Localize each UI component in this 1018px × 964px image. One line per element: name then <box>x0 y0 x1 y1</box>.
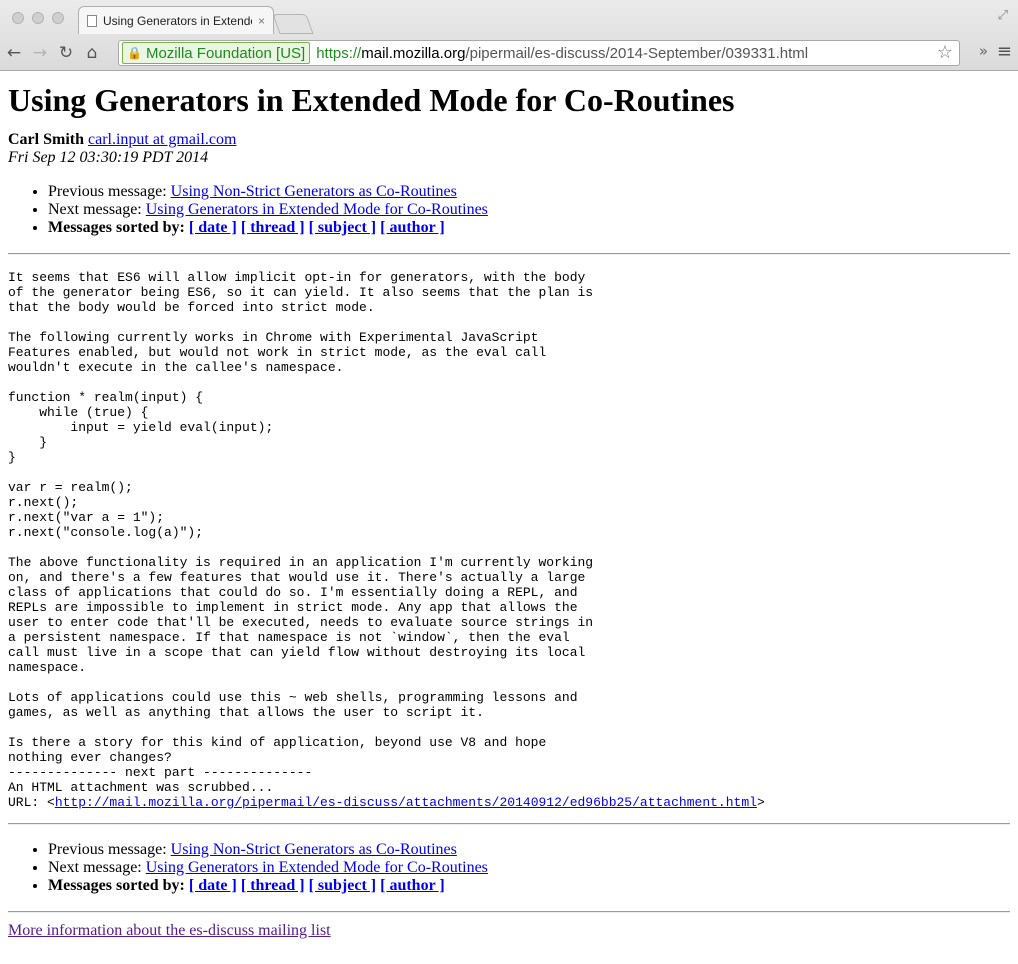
sort-links-item: Messages sorted by: [ date ] [ thread ] … <box>48 219 1010 237</box>
sort-thread-link[interactable]: [ thread ] <box>241 877 305 894</box>
sort-thread-link[interactable]: [ thread ] <box>241 219 305 236</box>
home-icon[interactable]: ⌂ <box>80 43 104 63</box>
ev-label: Mozilla Foundation [US] <box>145 44 306 62</box>
message-date: Fri Sep 12 03:30:19 PDT 2014 <box>8 149 209 166</box>
minimize-window-button[interactable] <box>32 12 44 24</box>
sort-subject-link[interactable]: [ subject ] <box>309 877 377 894</box>
close-window-button[interactable] <box>12 12 24 24</box>
url-text[interactable]: https://mail.mozilla.org/pipermail/es-di… <box>316 45 808 62</box>
divider <box>8 823 1010 825</box>
next-label: Next message: <box>48 201 146 218</box>
author-email-link[interactable]: carl.input at gmail.com <box>88 131 236 148</box>
prev-label: Previous message: <box>48 841 171 858</box>
next-message-item: Next message: Using Generators in Extend… <box>48 859 1010 877</box>
fullscreen-icon[interactable]: ⤢ <box>998 8 1008 23</box>
prev-label: Previous message: <box>48 183 171 200</box>
message-nav-bottom: Previous message: Using Non-Strict Gener… <box>8 841 1010 895</box>
next-message-link[interactable]: Using Generators in Extended Mode for Co… <box>146 859 488 876</box>
message-nav-top: Previous message: Using Non-Strict Gener… <box>8 183 1010 237</box>
author-name: Carl Smith <box>8 131 84 148</box>
sort-date-link[interactable]: [ date ] <box>189 219 237 236</box>
close-tab-icon[interactable]: × <box>258 14 265 28</box>
prev-message-link[interactable]: Using Non-Strict Generators as Co-Routin… <box>171 183 457 200</box>
next-message-link[interactable]: Using Generators in Extended Mode for Co… <box>146 201 488 218</box>
reload-icon[interactable]: ↻ <box>54 43 78 63</box>
message-body-text: It seems that ES6 will allow implicit op… <box>8 270 594 795</box>
bookmark-star-icon[interactable]: ☆ <box>937 42 953 63</box>
url-scheme: https:// <box>316 44 362 62</box>
extensions-overflow-icon[interactable]: » <box>979 42 988 60</box>
address-bar[interactable]: 🔒 Mozilla Foundation [US] https://mail.m… <box>118 40 960 66</box>
menu-icon[interactable]: ≡ <box>997 41 1012 62</box>
ev-certificate-badge[interactable]: 🔒 Mozilla Foundation [US] <box>122 42 311 64</box>
sorted-label: Messages sorted by: <box>48 219 189 236</box>
attachment-suffix: > <box>756 795 765 810</box>
divider <box>8 253 1010 255</box>
sorted-label: Messages sorted by: <box>48 877 189 894</box>
new-tab-button[interactable] <box>272 14 314 34</box>
url-host: mail.mozilla.org <box>361 44 466 62</box>
browser-chrome: Using Generators in Extende × ⤢ ← → ↻ ⌂ … <box>0 0 1018 71</box>
sort-author-link[interactable]: [ author ] <box>380 877 445 894</box>
page-icon <box>87 14 97 27</box>
mailing-list-info-link[interactable]: More information about the es-discuss ma… <box>8 922 331 940</box>
sort-date-link[interactable]: [ date ] <box>189 877 237 894</box>
next-message-item: Next message: Using Generators in Extend… <box>48 201 1010 219</box>
sort-subject-link[interactable]: [ subject ] <box>309 219 377 236</box>
divider <box>8 911 1010 913</box>
back-icon[interactable]: ← <box>2 43 26 63</box>
window-controls <box>12 12 64 24</box>
forward-icon[interactable]: → <box>28 43 52 63</box>
toolbar: ← → ↻ ⌂ 🔒 Mozilla Foundation [US] https:… <box>0 37 1018 69</box>
prev-message-item: Previous message: Using Non-Strict Gener… <box>48 841 1010 859</box>
page-content: Using Generators in Extended Mode for Co… <box>0 82 1018 940</box>
browser-tab[interactable]: Using Generators in Extende × <box>78 6 274 34</box>
message-body: It seems that ES6 will allow implicit op… <box>8 270 1010 810</box>
maximize-window-button[interactable] <box>52 12 64 24</box>
prev-message-link[interactable]: Using Non-Strict Generators as Co-Routin… <box>171 841 457 858</box>
url-path: /pipermail/es-discuss/2014-September/039… <box>465 44 809 62</box>
prev-message-item: Previous message: Using Non-Strict Gener… <box>48 183 1010 201</box>
sort-author-link[interactable]: [ author ] <box>380 219 445 236</box>
message-header: Carl Smith carl.input at gmail.com Fri S… <box>8 131 1010 167</box>
attachment-prefix: URL: < <box>8 795 55 810</box>
page-title: Using Generators in Extended Mode for Co… <box>8 82 735 118</box>
attachment-link[interactable]: http://mail.mozilla.org/pipermail/es-dis… <box>55 795 757 810</box>
sort-links-item: Messages sorted by: [ date ] [ thread ] … <box>48 877 1010 895</box>
lock-icon: 🔒 <box>127 46 142 60</box>
next-label: Next message: <box>48 859 146 876</box>
tab-title: Using Generators in Extende <box>103 13 252 28</box>
